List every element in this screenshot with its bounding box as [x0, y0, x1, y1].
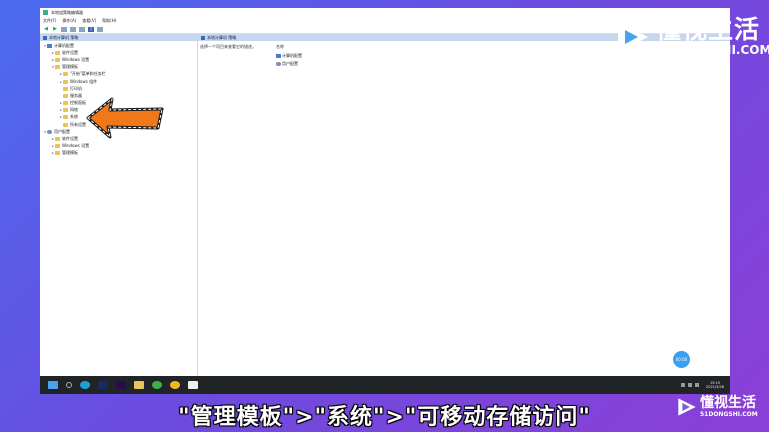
- folder-icon: [55, 65, 60, 70]
- back-arrow-icon[interactable]: ◀: [43, 26, 49, 32]
- folder-icon: [63, 108, 68, 113]
- user-icon: [276, 62, 281, 66]
- menu-file[interactable]: 文件(F): [43, 18, 56, 24]
- caption-subtitle: "管理模板">"系统">"可移动存储访问": [178, 405, 591, 430]
- app-green-icon[interactable]: [152, 381, 162, 389]
- brand-name: 懂视生活: [700, 395, 756, 411]
- network-icon[interactable]: [681, 383, 686, 387]
- taskbar: 15:15 2021/3/26: [40, 376, 730, 394]
- tree-item-label: "开始"菜单和任务栏: [70, 71, 106, 77]
- folder-icon: [55, 151, 60, 156]
- policy-icon: [201, 35, 205, 40]
- brand-name: 懂视生活: [656, 15, 761, 44]
- detail-header-label: 本地计算机 策略: [207, 34, 237, 40]
- list-item-label: 用户配置: [282, 61, 298, 66]
- tree-item-label: Windows 设置: [62, 56, 90, 62]
- column-header-name[interactable]: 名称: [276, 44, 284, 50]
- tree-item-label: 打印机: [70, 85, 82, 91]
- tree-item-label: 服务器: [70, 92, 82, 98]
- menu-view[interactable]: 查看(V): [82, 18, 96, 24]
- brand-url: 51DONGSHI.COM: [700, 411, 758, 418]
- tree-item[interactable]: ▸ 管理模板: [40, 150, 197, 157]
- description-text: 选择一个项目来查看它的描述。: [200, 44, 256, 49]
- screen: 本地组策略编辑器 文件(F) 操作(A) 查看(V) 帮助(H) ◀ ▶ ? 本…: [40, 8, 730, 394]
- policy-icon: [43, 35, 47, 40]
- menu-help[interactable]: 帮助(H): [102, 18, 116, 24]
- tree-item[interactable]: ▾ 计算机配置: [40, 42, 197, 49]
- tree-item-label: 用户配置: [54, 128, 70, 134]
- panes: 本地计算机 策略 ▾ 计算机配置 ▸ 软件设置 ▸ Windows 设置 ▾ 管理模板 ▸ "开始…: [40, 34, 730, 376]
- clock-date: 2021/3/26: [706, 385, 724, 389]
- tree-item[interactable]: ▾ 管理模板: [40, 64, 197, 71]
- list-item-label: 计算机配置: [282, 53, 302, 58]
- brand-play-icon: [618, 21, 648, 52]
- properties-icon[interactable]: [97, 26, 103, 32]
- computer-icon: [47, 43, 52, 48]
- clock[interactable]: 15:15 2021/3/26: [706, 381, 724, 389]
- detail-pane: 本地计算机 策略 选择一个项目来查看它的描述。 名称 计算机配置 用户配置: [198, 34, 730, 376]
- tree-item[interactable]: ▸ Windows 设置: [40, 56, 197, 63]
- folder-icon: [55, 144, 60, 149]
- chrome-icon[interactable]: [170, 381, 180, 389]
- list-item-computer-config[interactable]: 计算机配置: [276, 53, 302, 59]
- computer-icon: [276, 54, 281, 58]
- tree-item[interactable]: ▸ "开始"菜单和任务栏: [40, 71, 197, 78]
- tree-item-label: 系统: [70, 114, 78, 120]
- export-icon[interactable]: [79, 26, 85, 32]
- folder-icon: [63, 122, 68, 127]
- brand-logo-small: 懂视生活 51DONGSHI.COM: [676, 396, 758, 418]
- tree-header-label: 本地计算机 策略: [49, 34, 79, 40]
- input-method-icon[interactable]: [695, 383, 700, 387]
- tree-item-label: 计算机配置: [54, 42, 74, 48]
- document-icon[interactable]: [188, 381, 198, 389]
- folder-icon: [63, 115, 68, 120]
- help-icon[interactable]: ?: [88, 26, 94, 32]
- menu-action[interactable]: 操作(A): [62, 18, 76, 24]
- floating-timer-bubble[interactable]: 00:00: [673, 351, 690, 368]
- window-title: 本地组策略编辑器: [51, 9, 83, 15]
- pointer-arrow-icon: [86, 97, 164, 139]
- tree-item[interactable]: ▸ Windows 设置: [40, 143, 197, 150]
- folder-icon: [55, 50, 60, 55]
- system-tray: 15:15 2021/3/26: [681, 381, 730, 389]
- tree-item[interactable]: 打印机: [40, 85, 197, 92]
- folder-icon: [55, 137, 60, 142]
- tree-item-label: 控制面板: [70, 100, 86, 106]
- tree-item[interactable]: ▸ 软件设置: [40, 49, 197, 56]
- volume-icon[interactable]: [688, 383, 693, 387]
- brand-url: 51DONGSHI.COM: [656, 43, 769, 57]
- tree-item-label: Windows 设置: [62, 143, 90, 149]
- tree-item-label: 软件设置: [62, 136, 78, 142]
- brand-play-icon: [678, 398, 696, 416]
- tree-item-label: 所有设置: [70, 121, 86, 127]
- folder-icon: [63, 101, 68, 106]
- forward-arrow-icon[interactable]: ▶: [52, 26, 58, 32]
- list-icon[interactable]: [70, 26, 76, 32]
- tree-item-label: 网络: [70, 107, 78, 113]
- edge-icon[interactable]: [80, 381, 90, 389]
- tree-item-label: 管理模板: [62, 64, 78, 70]
- folder-icon: [63, 79, 68, 84]
- folder-icon: [63, 72, 68, 77]
- folder-icon: [63, 86, 68, 91]
- start-icon[interactable]: [48, 381, 58, 389]
- tree-item[interactable]: ▸ Windows 组件: [40, 78, 197, 85]
- brand-logo: 懂视生活 51DONGSHI.COM: [614, 16, 769, 57]
- user-icon: [47, 129, 52, 134]
- list-item-user-config[interactable]: 用户配置: [276, 61, 298, 67]
- tree-pane: 本地计算机 策略 ▾ 计算机配置 ▸ 软件设置 ▸ Windows 设置 ▾ 管理模板 ▸ "开始…: [40, 34, 198, 376]
- folder-icon: [63, 93, 68, 98]
- search-icon[interactable]: [66, 382, 72, 388]
- premiere-icon[interactable]: [116, 381, 126, 389]
- photoshop-icon[interactable]: [98, 381, 108, 389]
- app-icon: [43, 10, 48, 15]
- tree-item-label: Windows 组件: [70, 78, 98, 84]
- file-explorer-icon[interactable]: [134, 381, 144, 389]
- tree-item-label: 管理模板: [62, 150, 78, 156]
- show-tree-icon[interactable]: [61, 26, 67, 32]
- folder-icon: [55, 57, 60, 62]
- tree-header[interactable]: 本地计算机 策略: [40, 34, 197, 41]
- tree-item-label: 软件设置: [62, 49, 78, 55]
